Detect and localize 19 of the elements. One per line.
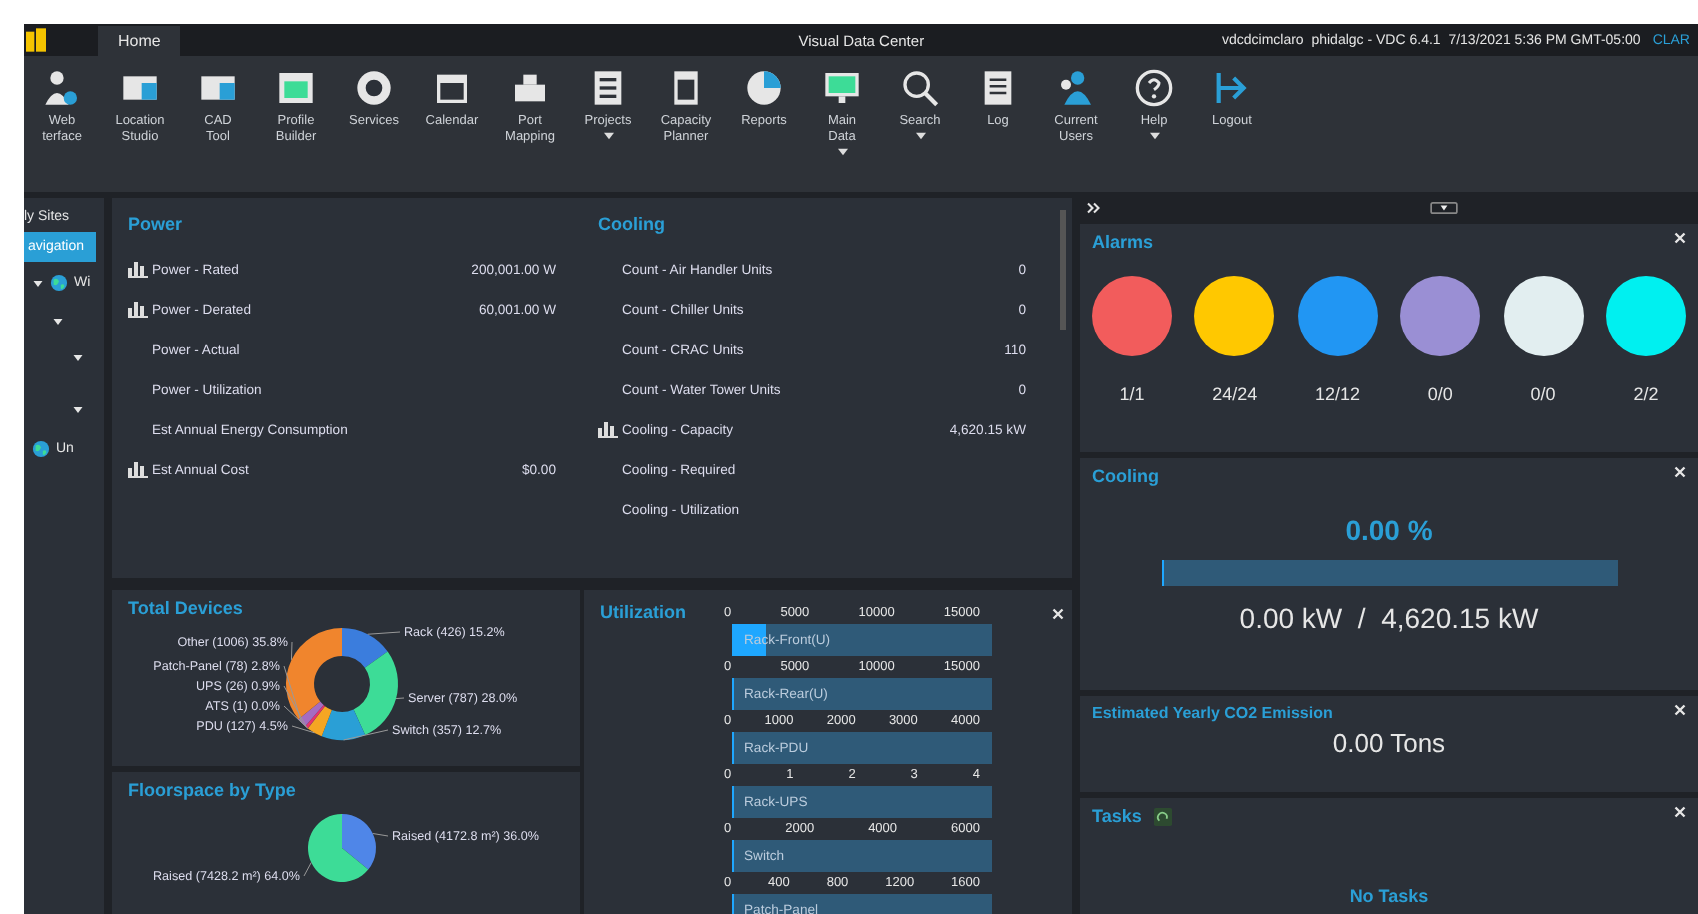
section-title: Power	[128, 214, 185, 234]
card-title: Tasks	[1092, 806, 1142, 826]
chart-title: Floorspace by Type	[128, 780, 298, 800]
alarm-count: 12/12	[1315, 383, 1361, 404]
alarm-count: 2/2	[1633, 383, 1659, 404]
chart-title: Utilization	[600, 602, 688, 626]
percent-value: 0.00 %	[1345, 513, 1433, 546]
card-title: Estimated Yearly CO2 Emission	[1092, 704, 1333, 723]
alarm-count: 0/0	[1427, 383, 1453, 404]
card-title: Alarms	[1092, 231, 1154, 252]
chart-title: Total Devices	[128, 598, 245, 618]
section-title: Cooling	[598, 214, 667, 234]
alarm-count: 1/1	[1119, 383, 1145, 404]
alarm-count: 24/24	[1212, 383, 1258, 404]
alarm-count: 0/0	[1530, 383, 1556, 404]
emission-value: 0.00 Tons	[1332, 728, 1446, 759]
empty-message: No Tasks	[1349, 886, 1429, 906]
card-title: Cooling	[1092, 465, 1159, 486]
cooling-reading: 0.00 kW / 4,620.15 kW	[1239, 601, 1539, 634]
